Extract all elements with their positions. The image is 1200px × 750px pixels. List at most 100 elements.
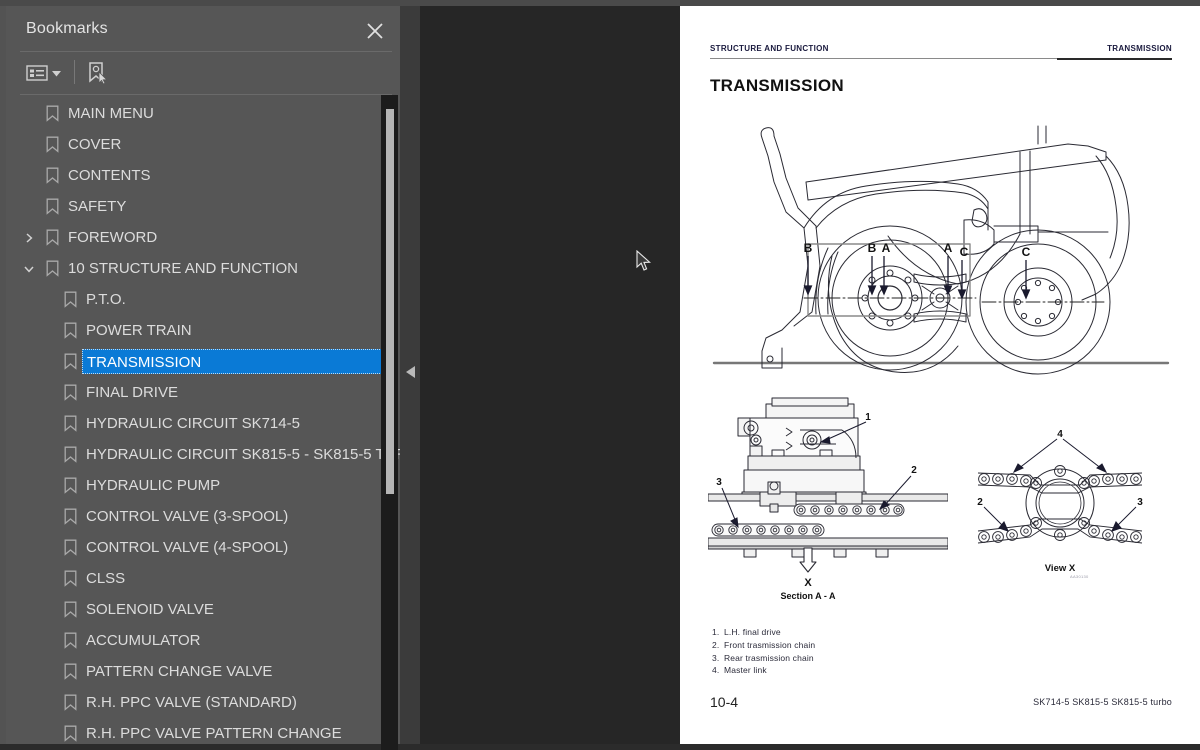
legend-number: 1. <box>712 627 720 637</box>
bookmark-icon <box>42 222 62 253</box>
close-icon[interactable] <box>362 18 388 44</box>
bookmark-label[interactable]: PATTERN CHANGE VALVE <box>86 656 272 687</box>
svg-text:A: A <box>944 241 953 255</box>
bookmark-label[interactable]: CONTENTS <box>68 160 151 191</box>
bookmark-label[interactable]: SOLENOID VALVE <box>86 594 214 625</box>
legend-item: 4. Master link <box>712 664 1012 677</box>
header-right-text: TRANSMISSION <box>1107 44 1172 53</box>
svg-text:C: C <box>1022 245 1031 259</box>
legend-text: Rear trasmission chain <box>724 652 814 663</box>
bookmark-item[interactable]: ACCUMULATOR <box>12 625 400 656</box>
bookmarks-panel-header: Bookmarks <box>12 8 400 52</box>
callout-1: 1 <box>865 412 871 423</box>
bookmark-item[interactable]: R.H. PPC VALVE PATTERN CHANGE <box>12 718 400 749</box>
bookmark-label[interactable]: FOREWORD <box>68 222 157 253</box>
bookmark-label[interactable]: HYDRAULIC CIRCUIT SK815-5 - SK815-5 TURB… <box>86 439 400 470</box>
bookmark-label[interactable]: R.H. PPC VALVE PATTERN CHANGE <box>86 718 342 749</box>
bookmark-label[interactable]: ACCUMULATOR <box>86 625 200 656</box>
bookmark-label[interactable]: 10 STRUCTURE AND FUNCTION <box>68 253 298 284</box>
bookmark-icon <box>42 98 62 129</box>
bookmark-label[interactable]: SAFETY <box>68 191 126 222</box>
bookmark-icon <box>60 625 80 656</box>
bookmark-icon <box>60 408 80 439</box>
chevron-left-icon[interactable] <box>404 360 418 384</box>
bookmark-item[interactable]: CONTENTS <box>12 160 400 191</box>
bookmark-item[interactable]: FINAL DRIVE <box>12 377 400 408</box>
legend-text: Master link <box>724 665 767 676</box>
legend-text: Front trasmission chain <box>724 639 816 650</box>
page-title: TRANSMISSION <box>710 76 844 95</box>
bookmark-label[interactable]: CONTROL VALVE (3-SPOOL) <box>86 501 288 532</box>
bookmark-item[interactable]: 10 STRUCTURE AND FUNCTION <box>12 253 400 284</box>
bookmark-item[interactable]: MAIN MENU <box>12 98 400 129</box>
page-running-header: STRUCTURE AND FUNCTION TRANSMISSION <box>710 44 1172 60</box>
bookmark-icon <box>60 563 80 594</box>
bookmark-item[interactable]: TRANSMISSION <box>12 346 400 377</box>
document-page[interactable]: STRUCTURE AND FUNCTION TRANSMISSION TRAN… <box>680 6 1200 744</box>
pdf-reader-window: Bookmarks MAIN MENU COVER CONTENTS SAFET… <box>0 0 1200 750</box>
bookmarks-panel: Bookmarks MAIN MENU COVER CONTENTS SAFET… <box>0 6 400 750</box>
bookmark-icon <box>60 687 80 718</box>
svg-text:B: B <box>868 241 877 255</box>
list-options-icon[interactable] <box>26 60 68 86</box>
callout-3b: 3 <box>1137 497 1143 508</box>
callout-2b: 2 <box>977 497 983 508</box>
bookmark-item[interactable]: HYDRAULIC PUMP <box>12 470 400 501</box>
chevron-down-icon[interactable] <box>20 253 38 284</box>
header-left-text: STRUCTURE AND FUNCTION <box>710 44 829 53</box>
bookmark-label[interactable]: COVER <box>68 129 121 160</box>
bookmark-label[interactable]: HYDRAULIC PUMP <box>86 470 220 501</box>
scrollbar-thumb[interactable] <box>386 109 394 494</box>
chevron-down-icon[interactable] <box>52 64 61 82</box>
bookmark-item[interactable]: CLSS <box>12 563 400 594</box>
callout-4: 4 <box>1057 429 1063 440</box>
bookmark-item[interactable]: R.H. PPC VALVE (STANDARD) <box>12 687 400 718</box>
bookmark-item[interactable]: POWER TRAIN <box>12 315 400 346</box>
page-models: SK714-5 SK815-5 SK815-5 turbo <box>1033 697 1172 707</box>
bookmark-icon <box>60 532 80 563</box>
bookmark-label[interactable]: P.T.O. <box>86 284 126 315</box>
bookmark-icon <box>60 594 80 625</box>
bookmark-item[interactable]: P.T.O. <box>12 284 400 315</box>
bookmark-label[interactable]: MAIN MENU <box>68 98 154 129</box>
bookmark-label[interactable]: FINAL DRIVE <box>86 377 178 408</box>
legend-item: 3. Rear trasmission chain <box>712 652 1012 665</box>
legend-number: 3. <box>712 652 720 663</box>
header-rule-bold <box>1057 58 1172 60</box>
view-caption: View X <box>1045 563 1076 574</box>
bookmark-icon <box>42 253 62 284</box>
bookmark-item[interactable]: HYDRAULIC CIRCUIT SK714-5 <box>12 408 400 439</box>
figure-code: AA30130 <box>1070 574 1089 579</box>
chevron-right-icon[interactable] <box>20 222 38 253</box>
bookmark-item[interactable]: CONTROL VALVE (3-SPOOL) <box>12 501 400 532</box>
bookmark-label[interactable]: CLSS <box>86 563 125 594</box>
bookmark-item[interactable]: FOREWORD <box>12 222 400 253</box>
svg-text:B: B <box>804 241 813 255</box>
bookmark-item[interactable]: COVER <box>12 129 400 160</box>
bookmark-item[interactable]: SOLENOID VALVE <box>12 594 400 625</box>
figure-section-a-a: 1 2 3 X Section A - A <box>707 396 949 601</box>
bookmark-label[interactable]: R.H. PPC VALVE (STANDARD) <box>86 687 297 718</box>
bookmark-label[interactable]: CONTROL VALVE (4-SPOOL) <box>86 532 288 563</box>
vertical-scrollbar[interactable] <box>381 95 398 750</box>
bookmark-label[interactable]: POWER TRAIN <box>86 315 192 346</box>
bookmark-icon <box>60 718 80 749</box>
figure-machine-side-view: BB AA CC <box>708 116 1174 376</box>
page-number: 10-4 <box>710 694 739 710</box>
bookmark-label[interactable]: TRANSMISSION <box>82 349 388 374</box>
panel-divider-2 <box>20 94 392 95</box>
bookmark-icon <box>42 129 62 160</box>
bookmark-item[interactable]: SAFETY <box>12 191 400 222</box>
bookmark-item[interactable]: HYDRAULIC CIRCUIT SK815-5 - SK815-5 TURB… <box>12 439 400 470</box>
bookmark-item[interactable]: PATTERN CHANGE VALVE <box>12 656 400 687</box>
panel-divider <box>20 51 392 52</box>
bookmark-item[interactable]: CONTROL VALVE (4-SPOOL) <box>12 532 400 563</box>
bookmark-pointer-icon[interactable] <box>84 60 112 88</box>
bookmark-label[interactable]: HYDRAULIC CIRCUIT SK714-5 <box>86 408 300 439</box>
section-arrow-label: X <box>804 577 812 589</box>
bookmarks-tree[interactable]: MAIN MENU COVER CONTENTS SAFETY FOREWORD 10 S… <box>12 98 400 750</box>
callout-3: 3 <box>716 477 722 488</box>
bookmark-icon <box>42 160 62 191</box>
figure-legend: 1. L.H. final drive 2. Front trasmission ch… <box>712 626 1012 677</box>
legend-item: 2. Front trasmission chain <box>712 639 1012 652</box>
